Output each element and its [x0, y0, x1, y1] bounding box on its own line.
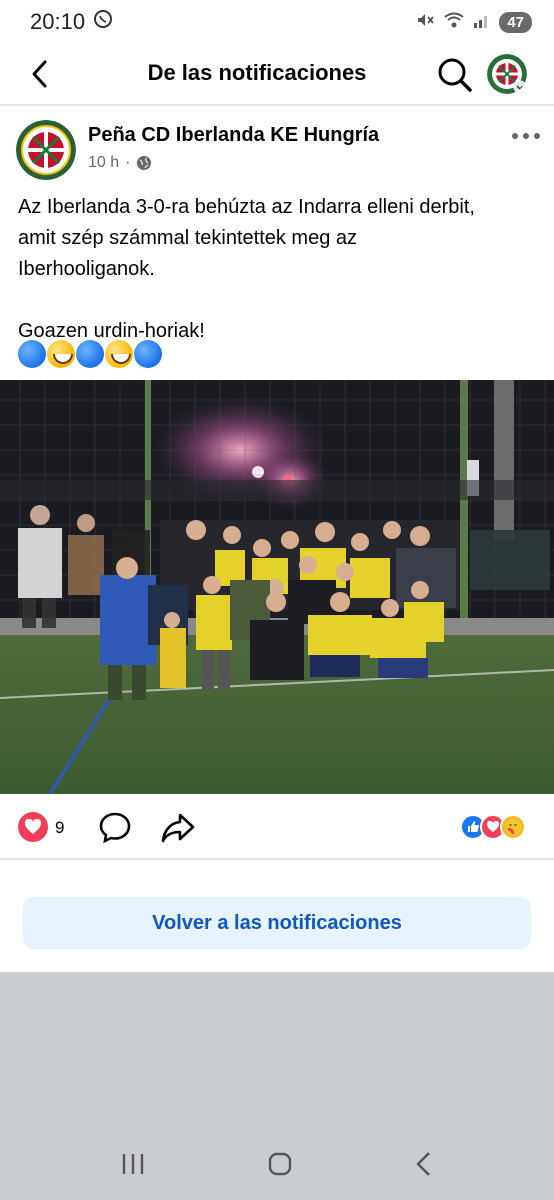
app-header: De las notificaciones — [0, 44, 554, 104]
status-right: 47 — [415, 10, 532, 35]
reaction-button[interactable] — [18, 812, 48, 842]
home-icon — [268, 1152, 292, 1175]
search-button[interactable] — [436, 56, 474, 94]
system-back-button[interactable] — [414, 1151, 434, 1182]
more-options-button[interactable] — [508, 124, 544, 148]
team-photo-illustration — [0, 380, 554, 794]
mute-icon — [415, 10, 435, 35]
post-meta: 10 h · — [88, 154, 152, 172]
system-nav-bar — [0, 1132, 554, 1200]
post-text: Az Iberlanda 3-0-ra behúzta az Indarra e… — [18, 196, 475, 342]
status-bar: 20:10 47 — [0, 0, 554, 44]
globe-icon — [137, 156, 152, 170]
more-horizontal-icon — [512, 133, 540, 139]
blue-circle-emoji — [134, 340, 162, 368]
empty-feed-area — [0, 972, 554, 1132]
header-divider — [0, 104, 554, 106]
wifi-icon — [443, 10, 465, 35]
battery-indicator: 47 — [499, 11, 532, 33]
status-left: 20:10 — [30, 9, 113, 35]
whatsapp-icon — [93, 9, 113, 35]
signal-icon — [473, 11, 491, 34]
emoji-row — [18, 340, 162, 368]
grinning-face-emoji — [105, 340, 133, 368]
back-to-notifications-button[interactable]: Volver a las notificaciones — [23, 897, 531, 949]
post-actions: 9 — [0, 806, 554, 850]
profile-avatar[interactable] — [487, 54, 527, 94]
post-photo[interactable] — [0, 380, 554, 794]
post-time[interactable]: 10 h — [88, 154, 119, 172]
status-time: 20:10 — [30, 9, 86, 34]
share-button[interactable] — [160, 810, 196, 844]
grinning-face-emoji — [47, 340, 75, 368]
reaction-count[interactable]: 9 — [55, 818, 64, 838]
recent-apps-button[interactable] — [120, 1152, 146, 1181]
care-reaction-icon — [500, 814, 526, 840]
recent-apps-icon — [123, 1153, 144, 1174]
search-icon — [438, 58, 472, 92]
share-icon — [161, 813, 195, 843]
page-name[interactable]: Peña CD Iberlanda KE Hungría — [88, 124, 379, 147]
home-button[interactable] — [267, 1151, 293, 1182]
comment-icon — [99, 812, 131, 844]
comment-button[interactable] — [98, 810, 132, 844]
post-divider — [0, 858, 554, 860]
blue-circle-emoji — [18, 340, 46, 368]
reactions-summary[interactable] — [460, 814, 526, 840]
page-avatar[interactable] — [16, 120, 76, 180]
post-header: Peña CD Iberlanda KE Hungría 10 h · — [0, 120, 554, 184]
chevron-left-icon — [416, 1151, 430, 1176]
blue-circle-emoji — [76, 340, 104, 368]
heart-icon — [24, 819, 42, 834]
